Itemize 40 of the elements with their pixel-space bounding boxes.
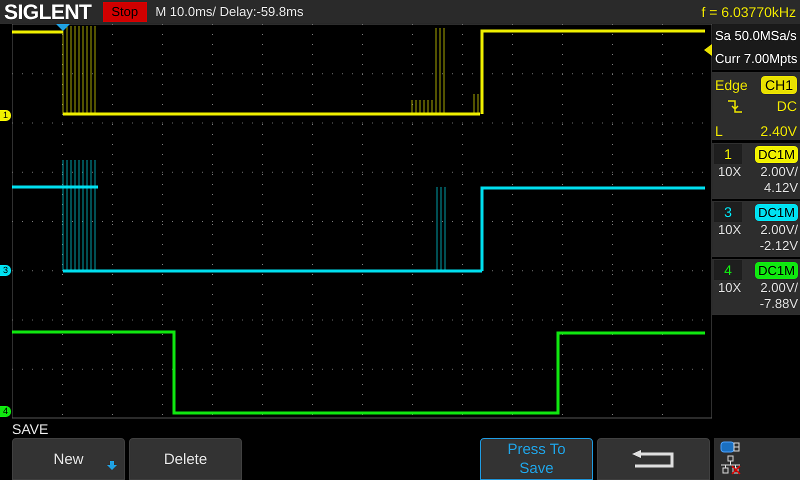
vertical-scale: 2.00V/ — [760, 164, 798, 180]
usb-drive-icon — [720, 441, 740, 453]
probe-ratio: 10X — [718, 164, 742, 180]
coupling-badge: DC1M — [755, 204, 798, 220]
vertical-offset: -7.88V — [760, 296, 798, 312]
trigger-level: 2.40V — [760, 122, 797, 141]
return-arrow-icon — [630, 449, 676, 469]
vertical-offset: 4.12V — [764, 180, 798, 196]
level-label: L — [715, 122, 723, 141]
coupling-badge: DC1M — [755, 146, 798, 162]
channel-number: 4 — [714, 260, 742, 280]
frequency-readout: f = 6.03770kHz — [701, 2, 796, 22]
sample-rate-readout: Sa 50.0MSa/s — [712, 24, 800, 48]
trigger-source-badge: CH1 — [760, 76, 797, 94]
coupling-badge: DC1M — [755, 262, 798, 278]
vertical-scale: 2.00V/ — [760, 280, 798, 296]
menu-title: SAVE — [12, 420, 50, 438]
brand-logo: SIGLENT — [4, 2, 92, 22]
channel-marker: 3 — [0, 265, 11, 276]
network-disconnected-icon — [720, 455, 742, 475]
trigger-level-marker — [704, 44, 712, 56]
probe-ratio: 10X — [718, 280, 742, 296]
trigger-type: Edge — [715, 76, 748, 94]
timebase-readout: M 10.0ms/ Delay:-59.8ms — [155, 3, 304, 22]
falling-edge-icon — [727, 100, 743, 114]
back-button[interactable] — [597, 438, 710, 480]
channel-marker: 4 — [0, 406, 11, 417]
vertical-scale: 2.00V/ — [760, 222, 798, 238]
down-arrow-icon — [106, 461, 118, 471]
channel-number: 1 — [714, 144, 742, 164]
menu-button[interactable]: Delete — [129, 438, 242, 480]
menu-button[interactable]: Press To Save — [480, 438, 593, 480]
channel-number: 3 — [714, 202, 742, 222]
dropdown-button[interactable]: New — [12, 438, 125, 480]
trigger-coupling: DC — [776, 97, 797, 116]
channel-marker: 1 — [0, 110, 11, 121]
memory-depth-readout: Curr 7.00Mpts — [712, 48, 800, 70]
vertical-offset: -2.12V — [760, 238, 798, 254]
run-state-indicator: Stop — [103, 2, 148, 22]
probe-ratio: 10X — [718, 222, 742, 238]
